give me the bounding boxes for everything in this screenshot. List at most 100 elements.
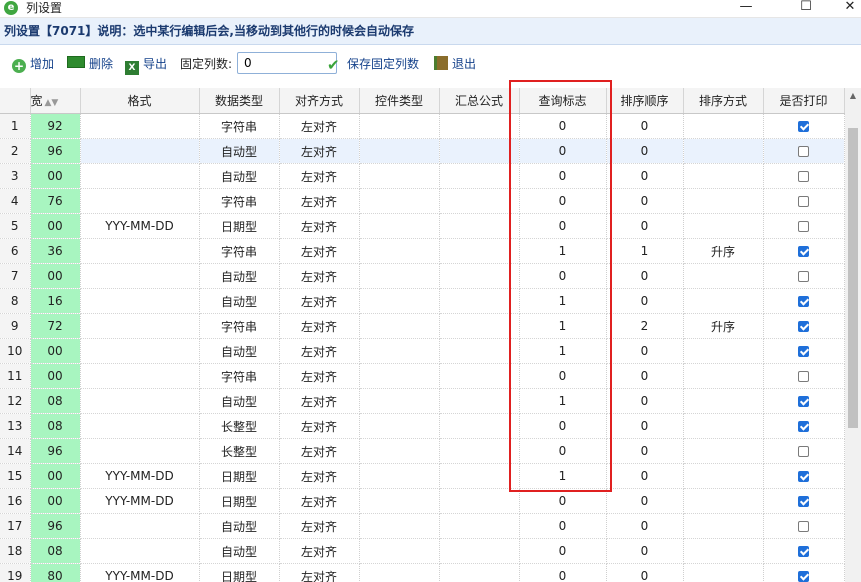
cell-summary-formula[interactable]	[439, 313, 520, 339]
vertical-scrollbar[interactable]: ▲	[845, 88, 861, 582]
scroll-up-icon[interactable]: ▲	[845, 88, 861, 104]
cell-alignment[interactable]: 左对齐	[279, 463, 360, 489]
cell-sort-order[interactable]: 0	[606, 163, 684, 189]
cell-width[interactable]: 00	[30, 463, 81, 489]
cell-alignment[interactable]: 左对齐	[279, 488, 360, 514]
cell-format[interactable]	[80, 413, 200, 439]
cell-data-type[interactable]: 字符串	[199, 113, 280, 139]
cell-sort-order[interactable]: 0	[606, 288, 684, 314]
cell-summary-formula[interactable]	[439, 563, 520, 582]
cell-alignment[interactable]: 左对齐	[279, 263, 360, 289]
cell-query-flag[interactable]: 0	[519, 138, 607, 164]
cell-summary-formula[interactable]	[439, 163, 520, 189]
cell-format[interactable]: YYY-MM-DD	[80, 488, 200, 514]
cell-width[interactable]: 08	[30, 388, 81, 414]
cell-sort-method[interactable]	[683, 538, 764, 564]
print-checkbox[interactable]	[798, 421, 809, 432]
cell-query-flag[interactable]: 1	[519, 288, 607, 314]
cell-width[interactable]: 00	[30, 488, 81, 514]
cell-alignment[interactable]: 左对齐	[279, 388, 360, 414]
cell-sort-method[interactable]	[683, 463, 764, 489]
cell-data-type[interactable]: 日期型	[199, 563, 280, 582]
cell-summary-formula[interactable]	[439, 538, 520, 564]
cell-summary-formula[interactable]	[439, 388, 520, 414]
cell-sort-order[interactable]: 0	[606, 213, 684, 239]
minimize-button[interactable]: —	[726, 0, 766, 17]
cell-sort-method[interactable]	[683, 163, 764, 189]
cell-sort-order[interactable]: 0	[606, 338, 684, 364]
table-row[interactable]: 18 08 自动型 左对齐 0 0	[0, 538, 845, 564]
cell-query-flag[interactable]: 1	[519, 463, 607, 489]
cell-alignment[interactable]: 左对齐	[279, 188, 360, 214]
cell-alignment[interactable]: 左对齐	[279, 163, 360, 189]
table-row[interactable]: 15 00 YYY-MM-DD 日期型 左对齐 1 0	[0, 463, 845, 489]
cell-format[interactable]	[80, 138, 200, 164]
print-checkbox[interactable]	[798, 196, 809, 207]
cell-control-type[interactable]	[359, 488, 440, 514]
cell-sort-method[interactable]	[683, 488, 764, 514]
cell-summary-formula[interactable]	[439, 463, 520, 489]
print-checkbox[interactable]	[798, 146, 809, 157]
header-query-flag[interactable]: 查询标志	[519, 88, 607, 114]
fixed-cols-input[interactable]	[237, 52, 337, 74]
close-button[interactable]: ✕	[830, 0, 861, 17]
cell-format[interactable]	[80, 288, 200, 314]
cell-control-type[interactable]	[359, 238, 440, 264]
cell-data-type[interactable]: 长整型	[199, 438, 280, 464]
cell-format[interactable]	[80, 513, 200, 539]
cell-sort-method[interactable]	[683, 388, 764, 414]
table-row[interactable]: 7 00 自动型 左对齐 0 0	[0, 263, 845, 289]
cell-width[interactable]: 80	[30, 563, 81, 582]
cell-summary-formula[interactable]	[439, 188, 520, 214]
header-data-type[interactable]: 数据类型	[199, 88, 280, 114]
cell-data-type[interactable]: 自动型	[199, 388, 280, 414]
cell-width[interactable]: 08	[30, 413, 81, 439]
table-row[interactable]: 19 80 YYY-MM-DD 日期型 左对齐 0 0	[0, 563, 845, 582]
cell-alignment[interactable]: 左对齐	[279, 363, 360, 389]
print-checkbox[interactable]	[798, 121, 809, 132]
cell-sort-order[interactable]: 0	[606, 513, 684, 539]
add-button[interactable]: + 增加	[12, 55, 54, 73]
table-row[interactable]: 11 00 字符串 左对齐 0 0	[0, 363, 845, 389]
cell-alignment[interactable]: 左对齐	[279, 413, 360, 439]
cell-control-type[interactable]	[359, 288, 440, 314]
cell-control-type[interactable]	[359, 438, 440, 464]
print-checkbox[interactable]	[798, 321, 809, 332]
cell-control-type[interactable]	[359, 138, 440, 164]
cell-sort-order[interactable]: 0	[606, 263, 684, 289]
cell-format[interactable]	[80, 313, 200, 339]
print-checkbox[interactable]	[798, 471, 809, 482]
cell-alignment[interactable]: 左对齐	[279, 238, 360, 264]
cell-query-flag[interactable]: 0	[519, 438, 607, 464]
cell-width[interactable]: 00	[30, 363, 81, 389]
cell-sort-order[interactable]: 2	[606, 313, 684, 339]
save-fixed-cols-button[interactable]: ✔ 保存固定列数	[327, 55, 419, 74]
cell-format[interactable]	[80, 188, 200, 214]
print-checkbox[interactable]	[798, 546, 809, 557]
cell-data-type[interactable]: 日期型	[199, 463, 280, 489]
cell-alignment[interactable]: 左对齐	[279, 438, 360, 464]
cell-format[interactable]	[80, 388, 200, 414]
cell-format[interactable]	[80, 538, 200, 564]
cell-query-flag[interactable]: 0	[519, 413, 607, 439]
cell-query-flag[interactable]: 1	[519, 338, 607, 364]
cell-alignment[interactable]: 左对齐	[279, 513, 360, 539]
cell-data-type[interactable]: 自动型	[199, 538, 280, 564]
cell-sort-method[interactable]	[683, 438, 764, 464]
print-checkbox[interactable]	[798, 371, 809, 382]
print-checkbox[interactable]	[798, 521, 809, 532]
cell-alignment[interactable]: 左对齐	[279, 538, 360, 564]
cell-control-type[interactable]	[359, 413, 440, 439]
cell-alignment[interactable]: 左对齐	[279, 338, 360, 364]
cell-sort-order[interactable]: 1	[606, 238, 684, 264]
cell-width[interactable]: 96	[30, 513, 81, 539]
cell-data-type[interactable]: 长整型	[199, 413, 280, 439]
table-row[interactable]: 12 08 自动型 左对齐 1 0	[0, 388, 845, 414]
cell-query-flag[interactable]: 0	[519, 538, 607, 564]
print-checkbox[interactable]	[798, 296, 809, 307]
cell-alignment[interactable]: 左对齐	[279, 313, 360, 339]
cell-data-type[interactable]: 字符串	[199, 363, 280, 389]
cell-sort-order[interactable]: 0	[606, 538, 684, 564]
cell-sort-method[interactable]	[683, 563, 764, 582]
cell-sort-order[interactable]: 0	[606, 463, 684, 489]
